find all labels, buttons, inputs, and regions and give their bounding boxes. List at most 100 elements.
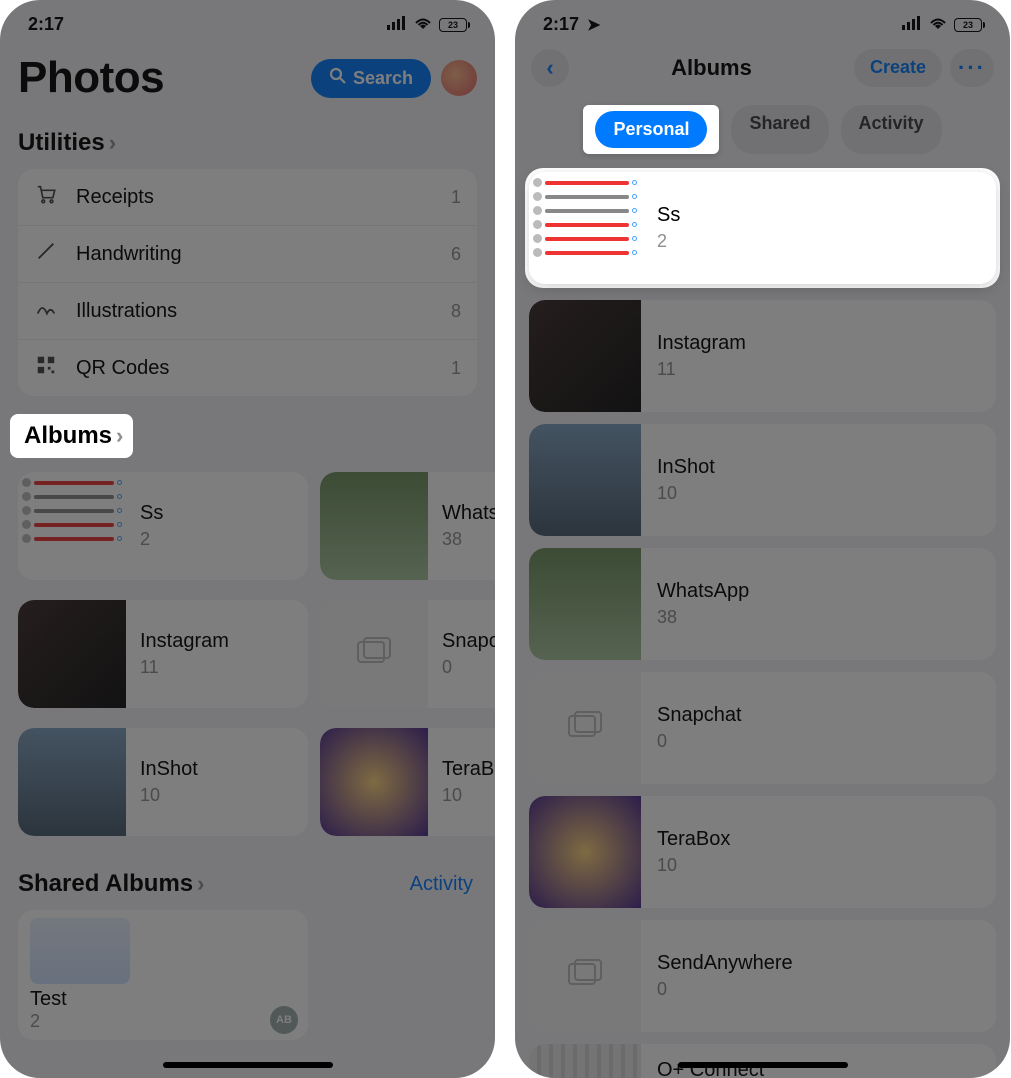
album-count: 0: [657, 979, 793, 1000]
home-indicator[interactable]: [163, 1062, 333, 1068]
albums-row-1[interactable]: Ss 2 WhatsApp 38: [0, 466, 495, 586]
photos-placeholder-icon: [567, 710, 603, 747]
albums-heading[interactable]: Albums ›: [24, 422, 123, 450]
album-title: Snapchat: [442, 630, 495, 653]
album-title: Instagram: [657, 332, 746, 355]
utility-row-handwriting[interactable]: Handwriting 6: [18, 226, 477, 283]
segment-personal[interactable]: Personal: [595, 111, 707, 148]
album-title: InShot: [657, 456, 715, 479]
album-count: 11: [140, 657, 229, 678]
page-title: Albums: [671, 55, 752, 81]
cellular-icon: [902, 14, 922, 35]
illustrations-icon: [34, 297, 58, 325]
album-thumb: [320, 472, 428, 580]
activity-link[interactable]: Activity: [410, 873, 473, 896]
search-label: Search: [353, 68, 413, 89]
album-thumb: [529, 672, 641, 784]
status-time: 2:17: [543, 14, 579, 34]
album-card-inshot[interactable]: InShot 10: [18, 728, 308, 836]
album-row-highlight: Ss 2: [525, 168, 1000, 288]
album-row-snapchat[interactable]: Snapchat 0: [529, 672, 996, 784]
status-bar: 2:17 ➤ 23: [515, 0, 1010, 43]
utilities-list: Receipts 1 Handwriting 6 Illustrations 8…: [18, 169, 477, 396]
album-title: SendAnywhere: [657, 952, 793, 975]
album-title: Instagram: [140, 630, 229, 653]
album-thumb: [529, 172, 641, 284]
album-thumb: [529, 424, 641, 536]
shared-album-card-test[interactable]: Test 2 AB: [18, 910, 308, 1040]
ellipsis-icon: ···: [958, 55, 986, 81]
utility-row-illustrations[interactable]: Illustrations 8: [18, 283, 477, 340]
albums-row-2[interactable]: Instagram 11 Snapchat 0: [0, 594, 495, 714]
album-thumb: [529, 300, 641, 412]
album-row-instagram[interactable]: Instagram 11: [529, 300, 996, 412]
utility-row-qrcodes[interactable]: QR Codes 1: [18, 340, 477, 396]
album-row-sendanywhere[interactable]: SendAnywhere 0: [529, 920, 996, 1032]
album-title: Snapchat: [657, 704, 742, 727]
chevron-right-icon: ›: [197, 871, 204, 897]
album-count: 0: [657, 731, 742, 752]
album-row-oconnect[interactable]: O+ Connect: [529, 1044, 996, 1078]
album-title: TeraBox: [657, 828, 730, 851]
segment-control: Personal Shared Activity: [515, 99, 1010, 168]
utility-row-receipts[interactable]: Receipts 1: [18, 169, 477, 226]
segment-shared[interactable]: Shared: [731, 105, 828, 154]
album-thumb: [320, 600, 428, 708]
album-card-ss[interactable]: Ss 2: [18, 472, 308, 580]
album-thumb: [320, 728, 428, 836]
profile-avatar[interactable]: [441, 60, 477, 96]
album-thumb: [529, 548, 641, 660]
album-count: 11: [657, 359, 746, 380]
segment-activity[interactable]: Activity: [841, 105, 942, 154]
album-thumb: [529, 920, 641, 1032]
photos-app-screen: 2:17 23 Photos Search Utilities ›: [0, 0, 495, 1078]
status-time: 2:17: [28, 14, 64, 35]
album-thumb: [30, 918, 130, 984]
participant-badge: AB: [270, 1006, 298, 1034]
album-title: Ss: [657, 204, 680, 227]
album-thumb: [529, 1044, 641, 1078]
album-row-terabox[interactable]: TeraBox 10: [529, 796, 996, 908]
albums-list[interactable]: Ss 2 Instagram 11 InShot 10 WhatsApp: [515, 168, 1010, 1078]
albums-row-3[interactable]: InShot 10 TeraBox 10: [0, 722, 495, 842]
album-title: Test: [30, 988, 296, 1011]
shared-albums-heading[interactable]: Shared Albums › Activity: [0, 862, 495, 910]
photos-placeholder-icon: [567, 958, 603, 995]
cellular-icon: [387, 14, 407, 35]
receipts-icon: [34, 183, 58, 211]
search-icon: [329, 67, 347, 90]
photos-placeholder-icon: [356, 636, 392, 673]
album-title: TeraBox: [442, 758, 495, 781]
album-title: InShot: [140, 758, 198, 781]
album-thumb: [18, 600, 126, 708]
album-title: WhatsApp: [442, 502, 495, 525]
utilities-heading[interactable]: Utilities ›: [0, 121, 495, 169]
home-indicator[interactable]: [678, 1062, 848, 1068]
album-card-terabox[interactable]: TeraBox 10: [320, 728, 495, 836]
search-button[interactable]: Search: [311, 59, 431, 98]
album-thumb: [18, 472, 126, 580]
chevron-right-icon: ›: [116, 423, 123, 449]
back-button[interactable]: ‹: [531, 49, 569, 87]
battery-icon: 23: [954, 18, 982, 32]
album-title: Ss: [140, 502, 163, 525]
album-thumb: [529, 796, 641, 908]
page-title: Photos: [18, 53, 164, 103]
more-button[interactable]: ···: [950, 49, 994, 87]
create-button[interactable]: Create: [854, 49, 942, 87]
chevron-left-icon: ‹: [546, 55, 553, 81]
album-card-snapchat[interactable]: Snapchat 0: [320, 600, 495, 708]
albums-app-screen: 2:17 ➤ 23 ‹ Albums Create ··· Personal: [515, 0, 1010, 1078]
albums-heading-highlight: Albums ›: [10, 414, 133, 458]
album-card-whatsapp[interactable]: WhatsApp 38: [320, 472, 495, 580]
location-icon: ➤: [587, 17, 600, 34]
wifi-icon: [413, 14, 433, 35]
album-count: 10: [657, 855, 730, 876]
album-count: 38: [442, 529, 495, 550]
album-row-ss[interactable]: Ss 2: [529, 172, 996, 284]
album-count: 2: [657, 231, 680, 252]
album-card-instagram[interactable]: Instagram 11: [18, 600, 308, 708]
album-row-inshot[interactable]: InShot 10: [529, 424, 996, 536]
album-row-whatsapp[interactable]: WhatsApp 38: [529, 548, 996, 660]
album-count: 10: [140, 785, 198, 806]
